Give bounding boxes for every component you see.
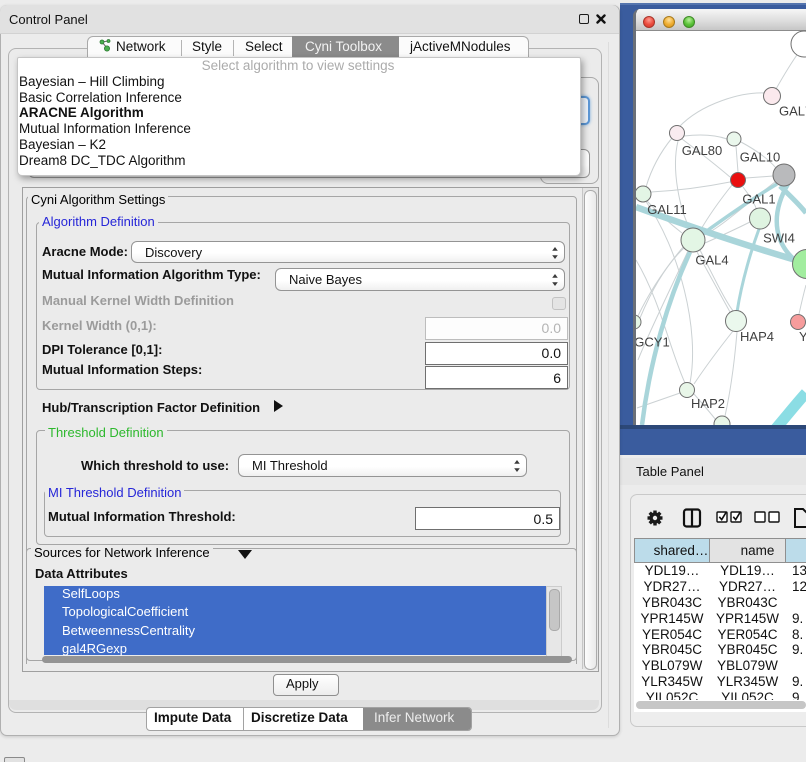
svg-text:HAP4: HAP4 bbox=[740, 329, 774, 344]
svg-text:Y: Y bbox=[799, 329, 806, 344]
svg-text:GAL10: GAL10 bbox=[740, 150, 780, 165]
svg-text:GCY1: GCY1 bbox=[636, 335, 670, 350]
svg-text:GAL80: GAL80 bbox=[682, 143, 722, 158]
svg-text:GAL7: GAL7 bbox=[779, 104, 806, 119]
svg-text:HAP2: HAP2 bbox=[691, 396, 725, 411]
svg-text:GAL11: GAL11 bbox=[647, 202, 687, 217]
svg-text:GAL4: GAL4 bbox=[695, 253, 728, 268]
svg-text:GAL1: GAL1 bbox=[742, 192, 775, 207]
svg-text:SWI4: SWI4 bbox=[763, 231, 795, 246]
